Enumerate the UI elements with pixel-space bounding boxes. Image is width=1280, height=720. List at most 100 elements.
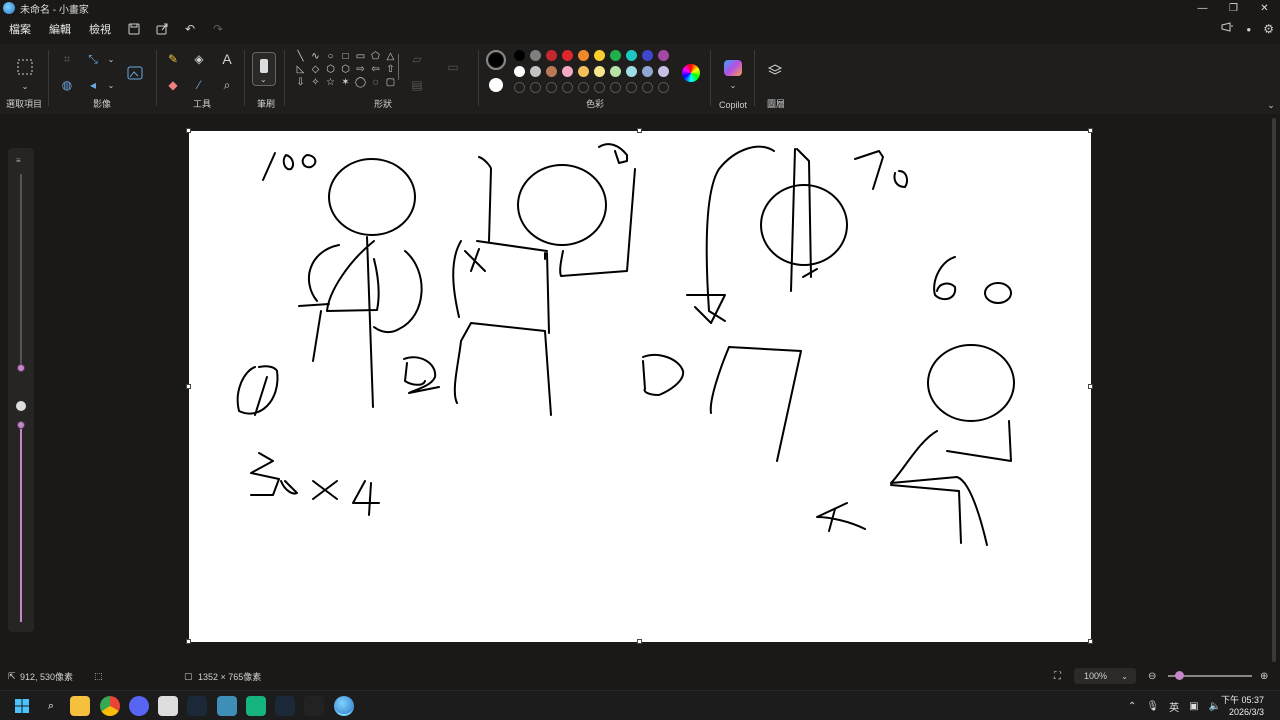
image-creator-icon[interactable] [124,62,146,84]
resize-handle-right[interactable] [1088,384,1093,389]
shape-option[interactable]: ▢ [384,76,397,88]
resize-handle-left[interactable] [186,384,191,389]
color-swatch[interactable] [658,50,669,61]
shape-option[interactable]: ⇦ [369,63,382,75]
fill-icon[interactable]: ▤ [408,76,426,94]
chevron-down-icon[interactable]: ⌄ [102,76,120,94]
custom-color-slot[interactable] [642,82,653,93]
shape-option[interactable]: □ [339,50,352,62]
zoom-out-icon[interactable]: ⊖ [1148,671,1156,682]
share-icon[interactable] [148,23,176,35]
restore-button[interactable]: ❐ [1218,0,1249,16]
copilot-icon[interactable] [724,60,742,76]
color-picker-icon[interactable]: ⁄ [190,76,208,94]
steam2-icon[interactable] [275,696,295,716]
layers-icon[interactable] [766,62,784,80]
resize-handle-bottom-left[interactable] [186,639,191,644]
chevron-down-icon[interactable]: ⌄ [102,50,120,68]
shape-option[interactable]: ☆ [324,76,337,88]
color-swatch[interactable] [610,50,621,61]
color-swatch[interactable] [562,50,573,61]
size-slider-knob[interactable] [17,364,25,372]
pencil-icon[interactable]: ✎ [164,50,182,68]
redo-icon[interactable]: ↷ [204,22,232,36]
zoom-select[interactable]: 100% ⌄ [1074,668,1136,684]
shape-option[interactable]: ◇ [309,63,322,75]
menu-view[interactable]: 檢視 [80,21,120,37]
settings-gear-icon[interactable]: ⚙ [1263,22,1274,36]
color-swatch[interactable] [562,66,573,77]
custom-color-slot[interactable] [578,82,589,93]
shape-style-icon[interactable]: ▭ [444,58,462,76]
account-icon[interactable]: ● [1246,25,1251,34]
paint-icon[interactable] [334,696,354,716]
eraser-icon[interactable]: ◆ [164,76,182,94]
save-icon[interactable] [120,23,148,35]
size-slider-track[interactable] [20,174,22,368]
color-swatch[interactable] [626,66,637,77]
shape-option[interactable]: ⇨ [354,63,367,75]
network-icon[interactable]: ▣ [1189,701,1198,712]
custom-color-slot[interactable] [658,82,669,93]
start-icon[interactable] [12,696,32,716]
custom-color-slot[interactable] [610,82,621,93]
shape-option[interactable]: ◺ [294,63,307,75]
custom-color-slot[interactable] [594,82,605,93]
tray-expand-chevron-icon[interactable]: ⌃ [1128,701,1136,712]
chrome-icon[interactable] [100,696,120,716]
resize-handle-bottom[interactable] [637,639,642,644]
opacity-slider-track[interactable] [20,424,22,622]
menu-edit[interactable]: 編輯 [40,21,80,37]
color-swatch[interactable] [514,50,525,61]
shape-option[interactable]: ⬡ [339,63,352,75]
custom-color-slot[interactable] [546,82,557,93]
shape-option[interactable]: ╲ [294,50,307,62]
custom-color-slot[interactable] [514,82,525,93]
color-swatch[interactable] [530,50,541,61]
shape-option[interactable]: ∿ [309,50,322,62]
file-explorer-icon[interactable] [70,696,90,716]
edit-colors-button[interactable] [682,64,700,82]
color-swatch[interactable] [642,50,653,61]
custom-color-slot[interactable] [626,82,637,93]
color-swatch[interactable] [626,50,637,61]
search-icon[interactable]: ⌕ [41,696,61,716]
outline-icon[interactable]: ▱ [408,50,426,68]
custom-color-slot[interactable] [562,82,573,93]
secondary-color-button[interactable] [489,78,503,92]
microphone-icon[interactable]: 🎙 [1146,701,1159,712]
color-swatch[interactable] [530,66,541,77]
drawing-canvas[interactable] [186,128,1093,644]
color-swatch[interactable] [546,66,557,77]
discord-icon[interactable] [129,696,149,716]
app2-icon[interactable] [217,696,237,716]
steam-icon[interactable] [187,696,207,716]
chevron-down-icon[interactable]: ⌄ [724,76,742,94]
text-tool-icon[interactable]: A [218,50,236,68]
color-swatch[interactable] [546,50,557,61]
color-swatch[interactable] [642,66,653,77]
resize-handle-bottom-right[interactable] [1088,639,1093,644]
shape-option[interactable]: ⇧ [384,63,397,75]
chevron-down-icon[interactable]: ⌄ [16,77,34,95]
resize-handle-top[interactable] [637,128,642,133]
color-swatch[interactable] [594,50,605,61]
resize-handle-top-right[interactable] [1088,128,1093,133]
color-swatch[interactable] [578,66,589,77]
menu-file[interactable]: 檔案 [0,21,40,37]
cat-icon[interactable] [304,696,324,716]
color-swatch[interactable] [594,66,605,77]
shape-option[interactable]: ◌ [369,76,382,88]
shape-option[interactable]: ◯ [354,76,367,88]
feedback-icon[interactable] [1221,22,1234,36]
shape-option[interactable]: ▭ [354,50,367,62]
shape-option[interactable]: ⬠ [369,50,382,62]
color-swatch[interactable] [658,66,669,77]
minimize-button[interactable]: — [1187,0,1218,16]
color-swatch[interactable] [578,50,589,61]
color-swatch[interactable] [610,66,621,77]
magnifier-icon[interactable]: ⌕ [218,76,236,94]
zoom-slider-knob[interactable] [1175,671,1184,680]
opacity-slider-knob[interactable] [17,421,25,429]
resize-icon[interactable]: ⤡ [84,50,102,68]
